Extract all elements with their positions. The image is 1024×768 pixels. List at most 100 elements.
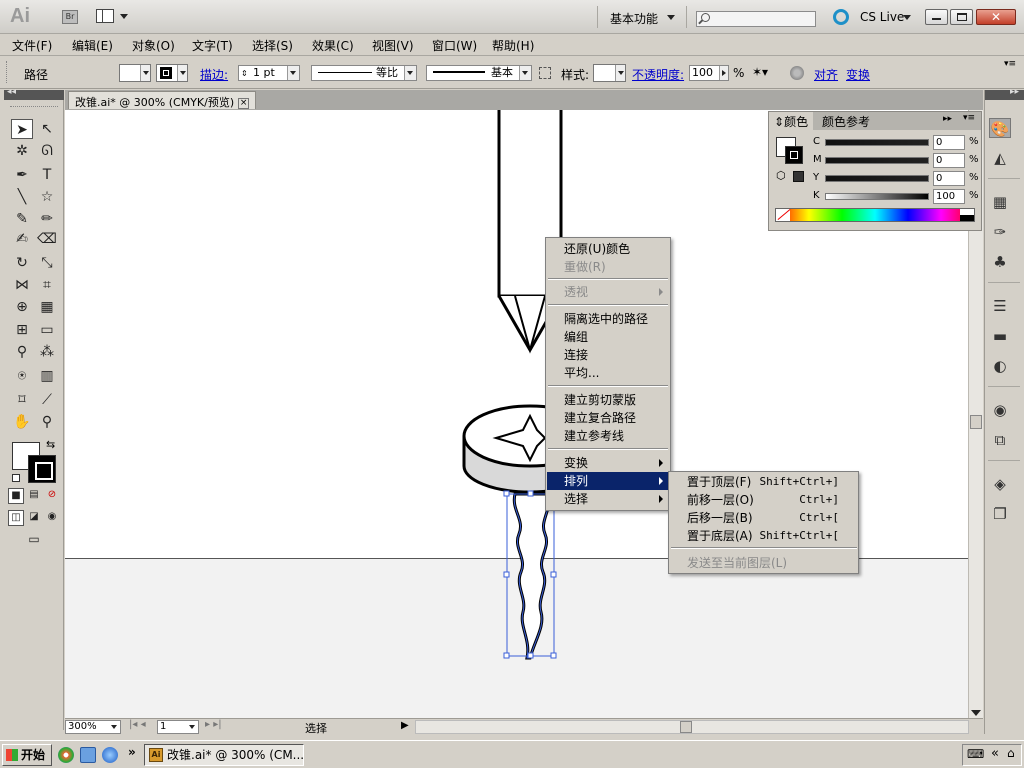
menu-window[interactable]: 窗口(W) [432,37,477,54]
brushes-icon[interactable]: ✑ [989,222,1011,242]
collapse-panel-icon[interactable]: ▸▸ [943,114,952,124]
menu-item-bring-forward[interactable]: 前移一层(O) Ctrl+] [670,491,857,509]
lasso-tool-icon[interactable]: ᘏ [36,141,58,161]
eyedropper-tool-icon[interactable]: ⚲ [11,342,33,362]
stroke-swatch[interactable] [28,455,56,483]
graphic-styles-icon[interactable]: ⧉ [989,430,1011,450]
last-artboard-icon[interactable]: ▸ ▸| [205,719,222,730]
restore-button[interactable] [950,9,973,25]
draw-behind-icon[interactable]: ◪ [26,510,42,526]
menu-view[interactable]: 视图(V) [372,37,414,54]
gradient-icon[interactable]: ▬ [989,326,1011,346]
zoom-field[interactable]: 300% [65,720,121,734]
menu-item-make-compound-path[interactable]: 建立复合路径 [547,409,669,427]
gradient-mode-icon[interactable]: ▤ [26,488,42,504]
first-artboard-icon[interactable]: |◂ ◂ [129,719,146,730]
direct-selection-tool-icon[interactable]: ↖ [36,119,58,139]
symbol-sprayer-tool-icon[interactable]: ⍟ [11,366,33,386]
tray-expand-icon[interactable]: « [991,746,999,761]
hand-tool-icon[interactable]: ✋ [11,412,33,432]
width-tool-icon[interactable]: ⋈ [11,275,33,295]
tab-color[interactable]: ⇕颜色 [769,112,814,130]
color-guide-icon[interactable]: ◭ [989,148,1011,168]
paintbrush-tool-icon[interactable]: ✎ [11,209,33,229]
menu-item-isolate-path[interactable]: 隔离选中的路径 [547,310,669,328]
transform-link[interactable]: 变换 [846,66,870,83]
tab-color-guide[interactable]: 颜色参考 [817,112,875,130]
brush-definition-dropdown[interactable]: 基本 [426,65,532,81]
graphic-style-dropdown[interactable] [593,64,626,82]
chrome-icon[interactable] [58,747,74,763]
zoom-tool-icon[interactable]: ⚲ [36,412,58,432]
cslive-button[interactable]: CS Live [860,10,904,24]
panel-menu-icon[interactable]: ▾≡ [963,113,975,123]
default-fill-stroke-icon[interactable] [12,474,20,482]
column-graph-tool-icon[interactable]: ▥ [36,366,58,386]
menu-type[interactable]: 文字(T) [192,37,233,54]
taskbar-illustrator-item[interactable]: Ai 改锥.ai* @ 300% (CM... [144,744,304,766]
gradient-tool-icon[interactable]: ▭ [36,320,58,340]
menu-item-send-to-back[interactable]: 置于底层(A) Shift+Ctrl+[ [670,527,857,545]
explorer-icon[interactable] [80,747,96,763]
artboards-icon[interactable]: ❐ [989,504,1011,524]
help-search-input[interactable] [696,11,816,27]
pencil-tool-icon[interactable]: ✏ [36,209,58,229]
menu-item-send-backward[interactable]: 后移一层(B) Ctrl+[ [670,509,857,527]
color-panel-icon[interactable]: 🎨 [989,118,1011,138]
menu-item-select[interactable]: 选择 [547,490,669,508]
menu-object[interactable]: 对象(O) [132,37,175,54]
color-spectrum[interactable] [775,208,975,222]
line-tool-icon[interactable]: ╲ [11,187,33,207]
start-button[interactable]: 开始 [2,744,52,766]
draw-normal-icon[interactable]: ◫ [8,510,24,526]
arrange-documents-button[interactable] [96,9,130,25]
blob-brush-tool-icon[interactable]: ✍ [11,229,33,249]
shape-builder-tool-icon[interactable]: ⊕ [11,297,33,317]
stroke-weight-input[interactable]: ⇕ 1 pt [238,65,300,81]
recolor-artwork-icon[interactable]: ✶▾ [752,65,780,81]
symbols-icon[interactable]: ♣ [989,252,1011,272]
type-tool-icon[interactable]: T [36,165,58,185]
swatches-icon[interactable]: ▦ [989,192,1011,212]
rotate-tool-icon[interactable]: ↻ [11,253,33,273]
stroke-icon[interactable]: ☰ [989,296,1011,316]
menu-effect[interactable]: 效果(C) [312,37,354,54]
stroke-color-swatch[interactable] [785,146,803,164]
swap-fill-stroke-icon[interactable]: ⇆ [46,438,55,451]
close-button[interactable]: ✕ [976,9,1016,25]
artboard-number-field[interactable]: 1 [157,720,199,734]
layers-icon[interactable]: ◈ [989,474,1011,494]
transparency-icon[interactable]: ◐ [989,356,1011,376]
quicklaunch-chevron-icon[interactable]: » [128,745,136,759]
color-mode-icon[interactable]: ■ [8,488,24,504]
internet-explorer-icon[interactable] [102,747,118,763]
menu-item-make-clipping-mask[interactable]: 建立剪切蒙版 [547,391,669,409]
perspective-grid-tool-icon[interactable]: ▦ [36,297,58,317]
out-of-gamut-icon[interactable]: ⬡ [776,169,786,182]
horizontal-scrollbar[interactable] [415,720,969,734]
bridge-button[interactable]: Br [62,10,78,24]
menu-select[interactable]: 选择(S) [252,37,293,54]
menu-help[interactable]: 帮助(H) [492,37,534,54]
menu-item-undo-color[interactable]: 还原(U)颜色 [547,240,669,258]
none-mode-icon[interactable]: ⊘ [44,488,60,504]
align-link[interactable]: 对齐 [814,66,838,83]
draw-inside-icon[interactable]: ◉ [44,510,60,526]
network-icon[interactable]: ⌂ [1007,746,1015,760]
scroll-thumb[interactable] [970,415,982,429]
opacity-input[interactable]: 100 [689,65,729,81]
menu-item-join[interactable]: 连接 [547,346,669,364]
status-menu-icon[interactable]: ▶ [401,720,409,731]
mesh-tool-icon[interactable]: ⊞ [11,320,33,340]
document-tab[interactable]: 改锥.ai* @ 300% (CMYK/预览) × [68,91,257,109]
menu-item-make-guides[interactable]: 建立参考线 [547,427,669,445]
pen-tool-icon[interactable]: ✒ [11,165,33,185]
document-setup-icon[interactable] [790,66,804,80]
close-tab-icon[interactable]: × [238,97,250,109]
magic-wand-tool-icon[interactable]: ✲ [11,141,33,161]
slice-tool-icon[interactable]: ⟋ [36,390,58,410]
appearance-icon[interactable]: ◉ [989,400,1011,420]
stroke-link[interactable]: 描边: [200,66,228,83]
menu-item-group[interactable]: 编组 [547,328,669,346]
menu-item-average[interactable]: 平均... [547,364,669,382]
